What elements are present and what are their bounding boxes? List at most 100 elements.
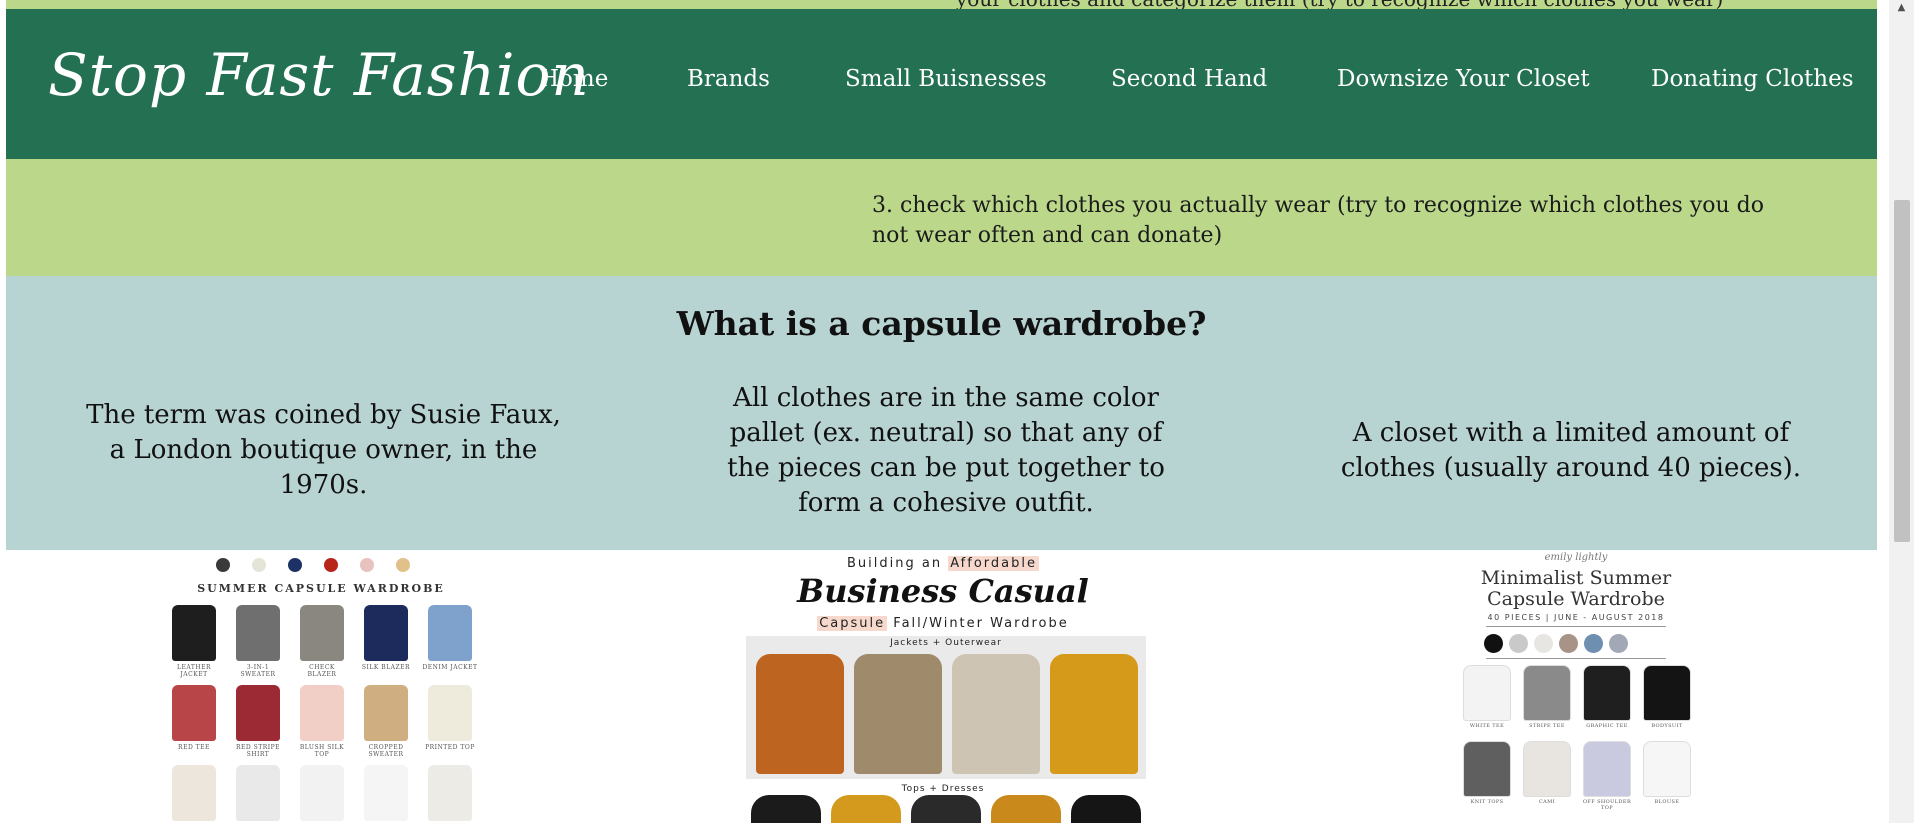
- garment-shape: [428, 605, 472, 661]
- mustard-cardigan: [1050, 654, 1138, 774]
- business-casual-tagline: Building an Affordable: [741, 556, 1145, 571]
- garment-shape: [428, 685, 472, 741]
- business-casual-image: Building an Affordable Business Casual C…: [741, 550, 1146, 823]
- garment-shape: [172, 605, 216, 661]
- page: your clothes and categorize them (try to…: [6, 0, 1877, 823]
- garment-item: PRINTED TOP: [422, 685, 478, 751]
- tip-step-3: 3. check which clothes you actually wear…: [872, 193, 1764, 248]
- garment-shape: [1643, 741, 1691, 797]
- garment-item: RED TEE: [166, 685, 222, 751]
- garment-label: CAMI: [1538, 799, 1556, 805]
- garment-shape: [236, 765, 280, 821]
- black-top: [751, 795, 821, 823]
- garment-shape: [236, 605, 280, 661]
- palette-swatch: [288, 558, 302, 572]
- garment-label: RED TEE: [178, 744, 210, 751]
- garment-shape: [364, 685, 408, 741]
- nav-downsize-your-closet[interactable]: Downsize Your Closet: [1337, 66, 1590, 92]
- garment-label: KNIT TOPS: [1470, 799, 1504, 805]
- nav-brands[interactable]: Brands: [687, 66, 770, 92]
- subtitle-highlight: Capsule: [817, 616, 888, 631]
- garment-label: LEATHER JACKET: [176, 664, 211, 678]
- minimalist-summer-image: emily lightly Minimalist Summer Capsule …: [1446, 550, 1706, 823]
- minimalist-summer-subtitle: 40 PIECES | JUNE - AUGUST 2018: [1487, 613, 1665, 622]
- divider: [1486, 626, 1666, 627]
- garment-item: DENIM JACKET: [422, 605, 478, 671]
- author-signature: emily lightly: [1544, 552, 1608, 563]
- palette-swatch: [1484, 634, 1503, 653]
- garment-item: STRIPE TEE: [1518, 665, 1576, 729]
- garment-shape: [1643, 665, 1691, 721]
- garment-label: OFF SHOULDER TOP: [1582, 799, 1632, 811]
- garment-label: CROPPED SWEATER: [368, 744, 404, 758]
- previous-section-strip: your clothes and categorize them (try to…: [6, 0, 1877, 9]
- garment-item: OFF SHOULDER TOP: [1578, 741, 1636, 811]
- garment-item: [294, 765, 350, 823]
- garment-shape: [300, 605, 344, 661]
- tagline-prefix: Building an: [847, 556, 949, 571]
- lace-cami: [911, 795, 981, 823]
- scroll-up-arrow-icon[interactable]: ▲: [1889, 0, 1914, 16]
- garment-item: CHECK BLAZER: [294, 605, 350, 678]
- garment-item: RED STRIPE SHIRT: [230, 685, 286, 758]
- garment-label: CHECK BLAZER: [307, 664, 337, 678]
- divider: [1486, 658, 1666, 659]
- garment-item: [358, 765, 414, 823]
- capsule-fact-limited-closet: A closet with a limited amount of clothe…: [1340, 418, 1802, 483]
- garment-item: 3-IN-1 SWEATER: [230, 605, 286, 678]
- garment-item: BLUSH SILK TOP: [294, 685, 350, 758]
- business-casual-title: Business Casual: [797, 572, 1089, 610]
- palette-swatch: [252, 558, 266, 572]
- garment-shape: [300, 765, 344, 821]
- nav-small-businesses[interactable]: Small Buisnesses: [845, 66, 1047, 92]
- garment-item: CROPPED SWEATER: [358, 685, 414, 758]
- garment-shape: [172, 685, 216, 741]
- summer-capsule-image: SUMMER CAPSULE WARDROBE LEATHER JACKET 3-…: [156, 550, 486, 823]
- tips-section: 3. check which clothes you actually wear…: [6, 159, 1877, 276]
- garment-shape: [364, 605, 408, 661]
- garment-label: DENIM JACKET: [422, 664, 478, 671]
- palette-swatch: [324, 558, 338, 572]
- navbar: Stop Fast Fashion Home Brands Small Buis…: [6, 9, 1877, 159]
- garment-label: WHITE TEE: [1469, 723, 1505, 729]
- capsule-fact-origin: The term was coined by Susie Faux, a Lon…: [86, 400, 561, 500]
- garment-shape: [172, 765, 216, 821]
- palette-swatch: [1509, 634, 1528, 653]
- palette-swatch: [396, 558, 410, 572]
- capsule-images-row: SUMMER CAPSULE WARDROBE LEATHER JACKET 3-…: [6, 550, 1877, 823]
- nav-home[interactable]: Home: [539, 66, 608, 92]
- vertical-scrollbar[interactable]: ▲: [1889, 0, 1914, 823]
- garment-label: STRIPE TEE: [1529, 723, 1565, 729]
- business-casual-subtitle: Capsule Fall/Winter Wardrobe: [741, 616, 1145, 631]
- garment-shape: [364, 765, 408, 821]
- garment-item: BLOUSE: [1638, 741, 1696, 805]
- tagline-highlight: Affordable: [948, 556, 1039, 571]
- capsule-wardrobe-section: What is a capsule wardrobe? The term was…: [6, 276, 1877, 550]
- garment-shape: [1583, 665, 1631, 721]
- garment-item: LEATHER JACKET: [166, 605, 222, 678]
- garment-item: [166, 765, 222, 823]
- black-tee: [1071, 795, 1141, 823]
- mustard-blouse: [991, 795, 1061, 823]
- plaid-blazer: [854, 654, 942, 774]
- palette-swatch: [216, 558, 230, 572]
- garment-item: GRAPHIC TEE: [1578, 665, 1636, 729]
- garment-label: RED STRIPE SHIRT: [235, 744, 281, 758]
- title-line-2: Capsule Wardrobe: [1487, 588, 1665, 610]
- mustard-top: [831, 795, 901, 823]
- garment-item: SILK BLAZER: [358, 605, 414, 671]
- garment-shape: [1583, 741, 1631, 797]
- tops-dresses-label: Tops + Dresses: [901, 784, 985, 794]
- nav-donating-clothes[interactable]: Donating Clothes: [1651, 66, 1854, 92]
- subtitle-rest: Fall/Winter Wardrobe: [887, 616, 1069, 631]
- minimalist-summer-title: Minimalist Summer Capsule Wardrobe: [1446, 568, 1706, 610]
- garment-item: [230, 765, 286, 823]
- garment-label: BODYSUIT: [1651, 723, 1683, 729]
- teddy-coat: [756, 654, 844, 774]
- garment-shape: [300, 685, 344, 741]
- site-logo[interactable]: Stop Fast Fashion: [48, 41, 590, 109]
- nav-second-hand[interactable]: Second Hand: [1111, 66, 1267, 92]
- minimalist-color-palette: [1484, 634, 1628, 653]
- scrollbar-thumb[interactable]: [1894, 200, 1910, 542]
- garment-shape: [236, 685, 280, 741]
